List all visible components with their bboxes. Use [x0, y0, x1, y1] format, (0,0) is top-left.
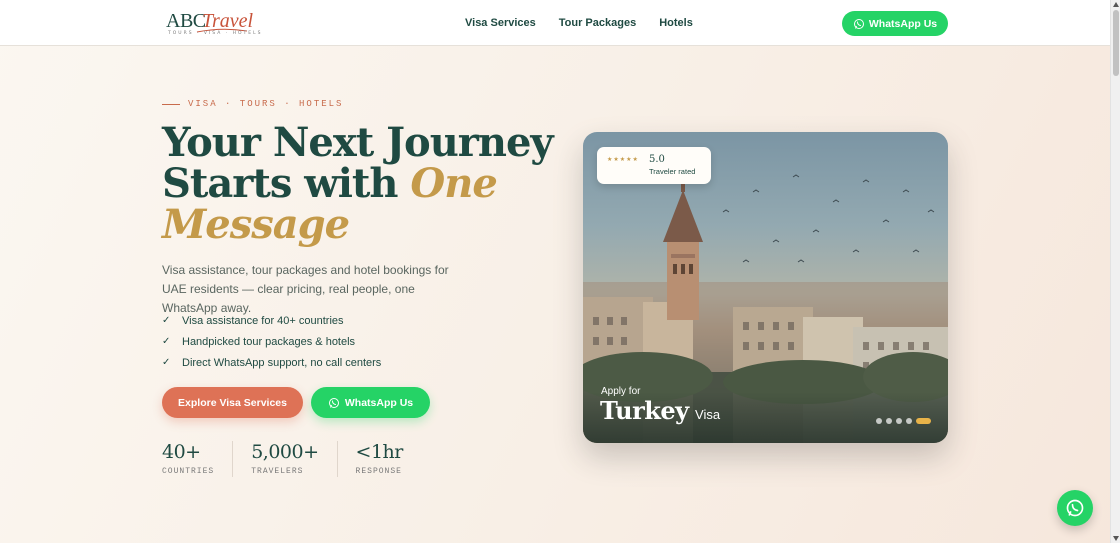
feature-list: ✓ Visa assistance for 40+ countries ✓ Ha… [162, 310, 381, 373]
scrollbar-thumb[interactable] [1113, 10, 1119, 76]
check-icon: ✓ [162, 357, 171, 368]
scroll-up-icon[interactable] [1113, 2, 1119, 7]
whatsapp-nav-label: WhatsApp Us [868, 17, 938, 30]
carousel-dot-5[interactable] [916, 418, 931, 424]
carousel-dot-3[interactable] [896, 418, 902, 424]
top-navbar: ABC Travel TOURS · VISA · HOTELS Visa Se… [0, 0, 1110, 46]
check-icon: ✓ [162, 336, 171, 347]
logo-tagline: TOURS · VISA · HOTELS [168, 31, 263, 36]
destination-visa-label: Visa [695, 407, 721, 422]
page-scrollbar[interactable] [1110, 0, 1120, 543]
hero-eyebrow: VISA · TOURS · HOTELS [162, 99, 343, 109]
scroll-down-icon[interactable] [1113, 536, 1119, 541]
stat-label: RESPONSE [355, 467, 402, 476]
rating-badge: ★★★★★ 5.0 Traveler rated [597, 147, 711, 184]
destination-country: Turkey [600, 396, 689, 425]
rating-score: 5.0 [649, 154, 665, 165]
eyebrow-line [162, 103, 180, 105]
whatsapp-icon [853, 18, 864, 29]
feature-text: Direct WhatsApp support, no call centers [182, 356, 382, 369]
whatsapp-nav-button[interactable]: WhatsApp Us [842, 11, 948, 36]
stats-row: 40+ COUNTRIES 5,000+ TRAVELERS <1hr RESP… [162, 441, 439, 477]
carousel-dot-2[interactable] [886, 418, 892, 424]
stat-countries: 40+ COUNTRIES [162, 441, 234, 477]
whatsapp-hero-button[interactable]: WhatsApp Us [311, 387, 430, 418]
nav-link-tour-packages[interactable]: Tour Packages [559, 17, 636, 29]
feature-item: ✓ Handpicked tour packages & hotels [162, 331, 381, 352]
whatsapp-icon [1066, 499, 1084, 517]
stat-value: 5,000+ [251, 441, 319, 463]
logo[interactable]: ABC Travel TOURS · VISA · HOTELS [166, 10, 260, 38]
carousel-dots [876, 418, 931, 424]
stat-label: COUNTRIES [162, 467, 215, 476]
stat-response: <1hr RESPONSE [356, 441, 421, 477]
feature-text: Handpicked tour packages & hotels [182, 335, 356, 348]
nav-link-visa-services[interactable]: Visa Services [465, 17, 536, 29]
feature-text: Visa assistance for 40+ countries [182, 314, 344, 327]
hero-title: Your Next Journey Starts with One Messag… [162, 122, 562, 245]
stat-label: TRAVELERS [251, 467, 304, 476]
whatsapp-hero-label: WhatsApp Us [344, 396, 414, 409]
whatsapp-icon [328, 397, 339, 408]
star-icon: ★★★★★ [607, 157, 639, 163]
carousel-dot-4[interactable] [906, 418, 912, 424]
check-icon: ✓ [162, 315, 171, 326]
destination-title: Turkey Visa [600, 396, 720, 425]
destination-card[interactable]: ★★★★★ 5.0 Traveler rated Apply for Turke… [583, 132, 948, 443]
rating-label: Traveler rated [649, 167, 696, 176]
feature-item: ✓ Visa assistance for 40+ countries [162, 310, 381, 331]
stat-value: <1hr [355, 441, 404, 463]
nav-link-hotels[interactable]: Hotels [659, 17, 693, 29]
hero-title-line2: Starts with [162, 160, 411, 207]
hero-title-line1: Your Next Journey [162, 119, 554, 166]
explore-visa-services-button[interactable]: Explore Visa Services [162, 387, 303, 418]
stat-travelers: 5,000+ TRAVELERS [251, 441, 338, 477]
feature-item: ✓ Direct WhatsApp support, no call cente… [162, 352, 381, 373]
nav-links: Visa Services Tour Packages Hotels [465, 17, 693, 29]
eyebrow-text: VISA · TOURS · HOTELS [188, 99, 344, 109]
carousel-dot-1[interactable] [876, 418, 882, 424]
whatsapp-floating-button[interactable] [1057, 490, 1093, 526]
stat-value: 40+ [162, 441, 201, 463]
